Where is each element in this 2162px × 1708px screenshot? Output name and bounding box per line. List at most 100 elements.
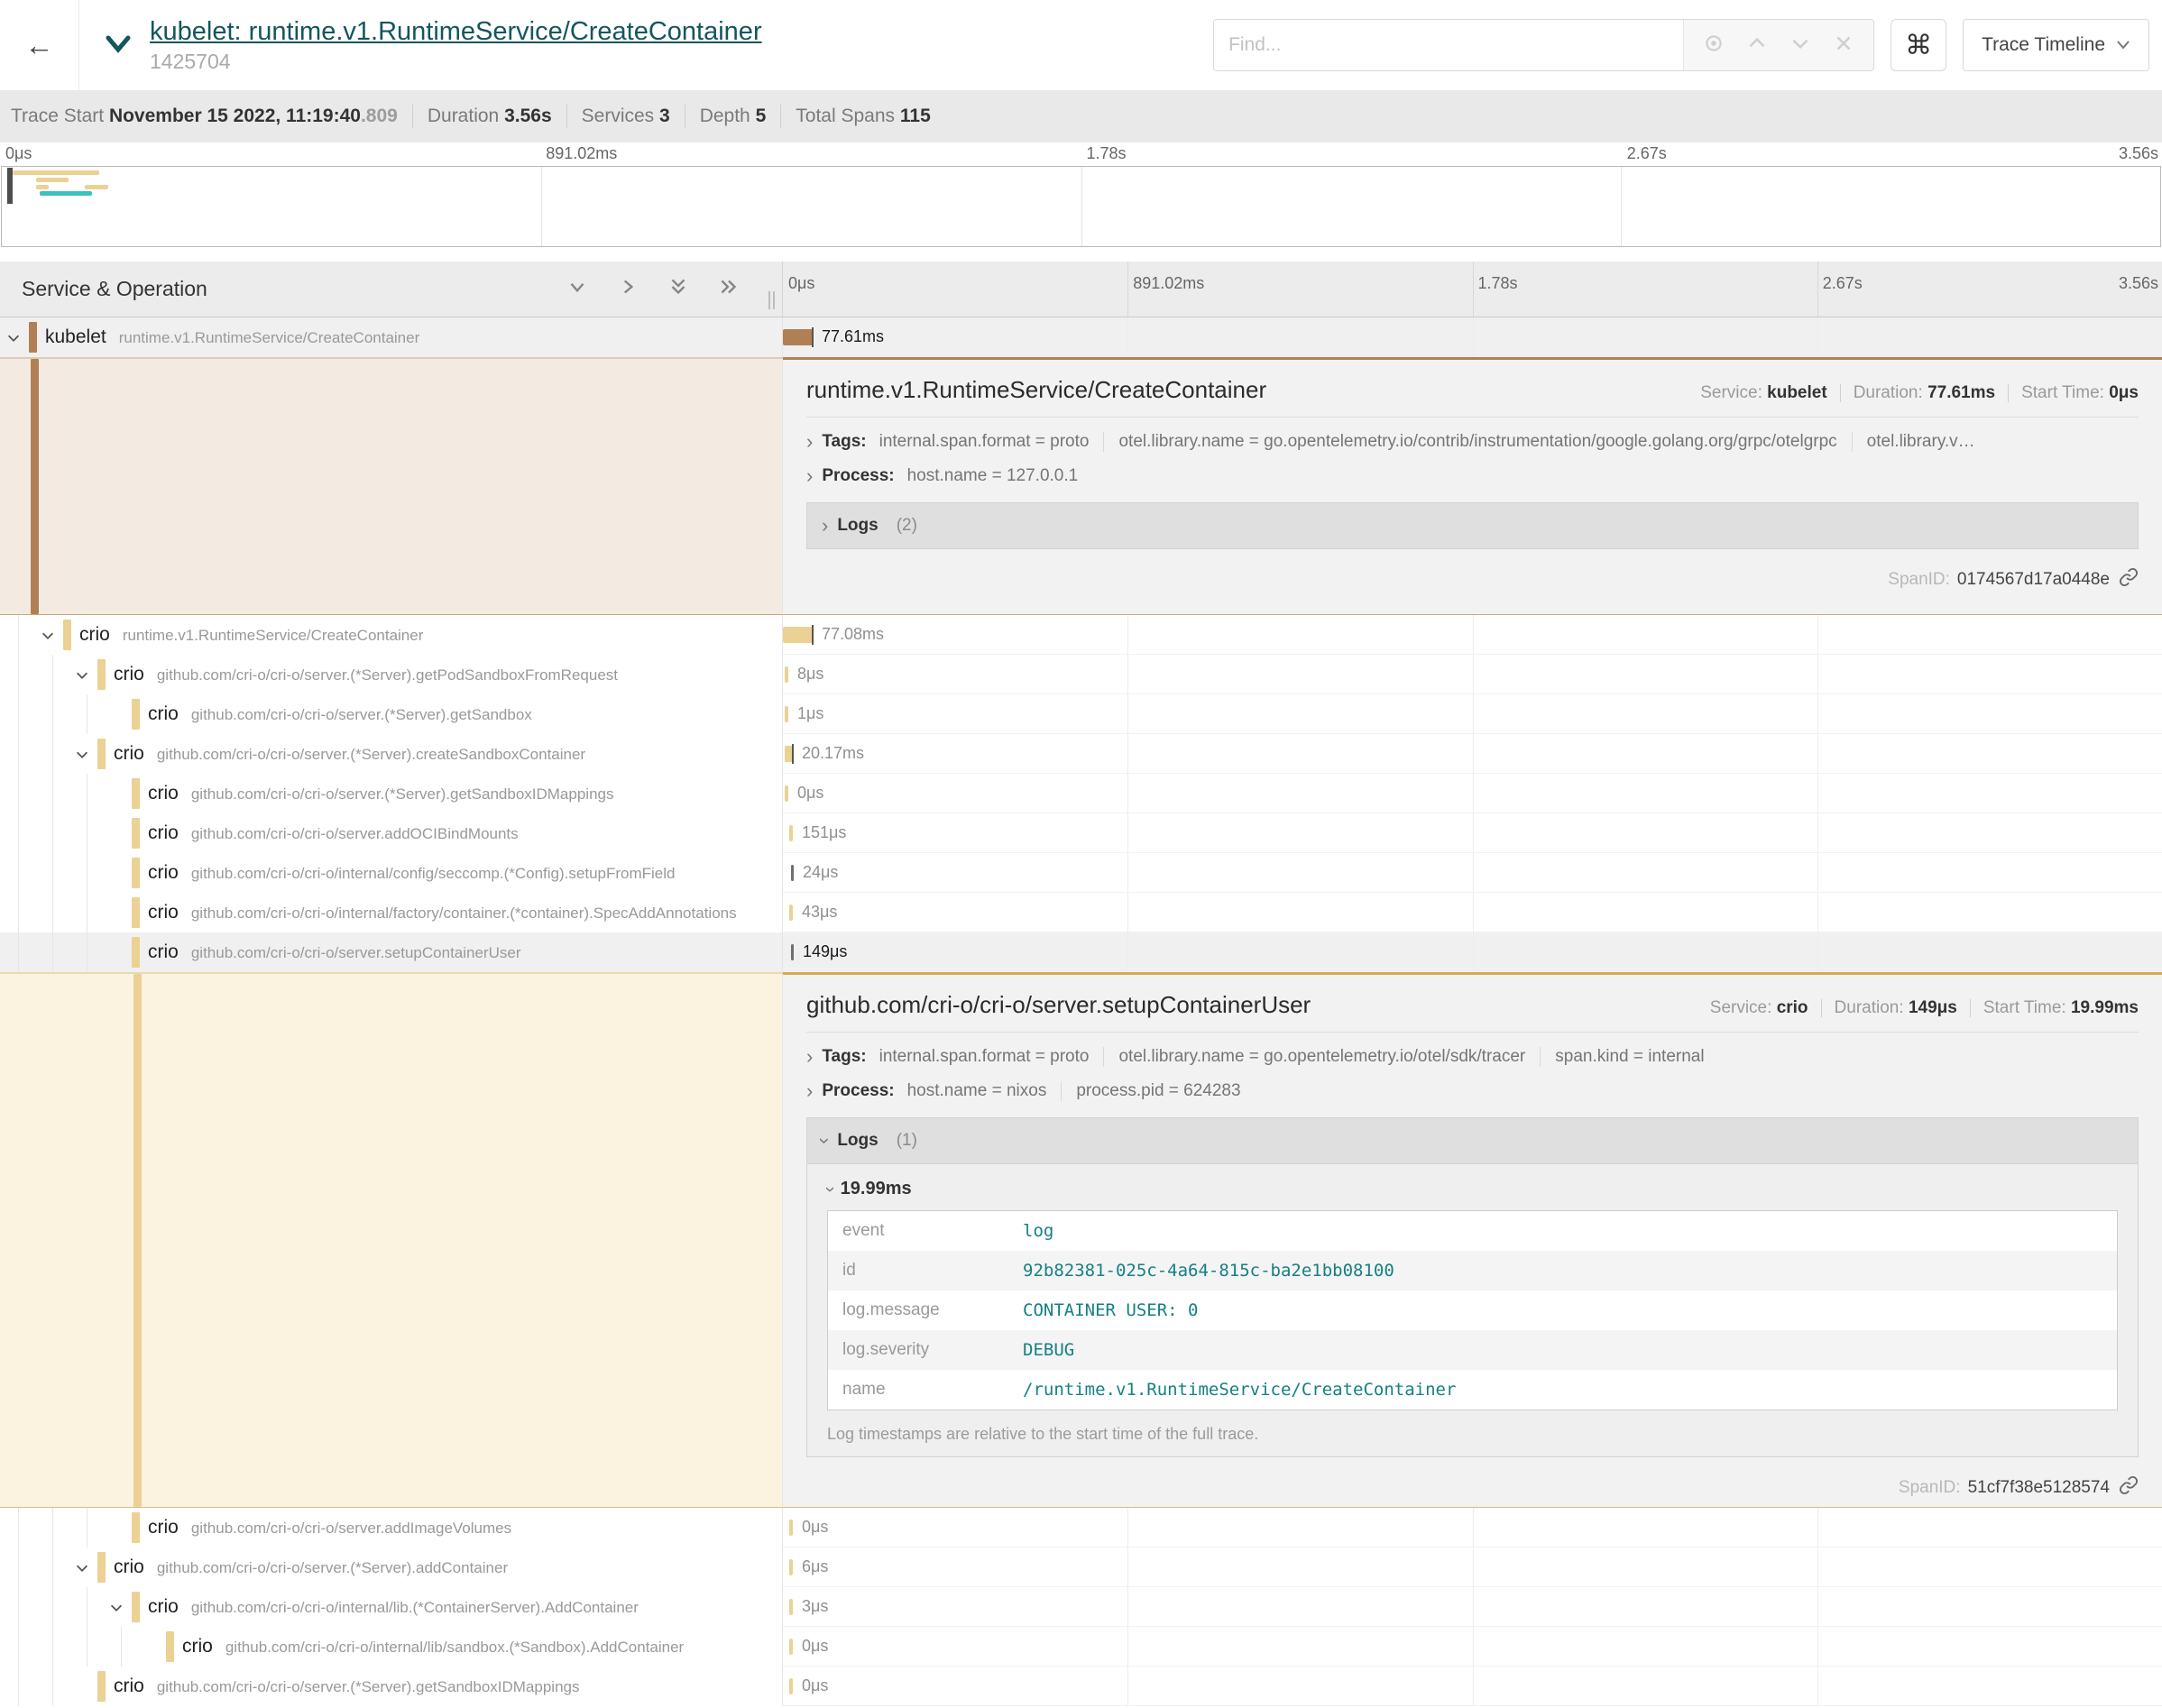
span-timeline-cell[interactable]: 43μs (783, 893, 2162, 932)
duration-bar[interactable] (785, 785, 788, 802)
span-row[interactable]: criogithub.com/cri-o/cri-o/server.(*Serv… (0, 774, 2162, 813)
collapse-one-icon[interactable] (566, 275, 589, 303)
span-color-bar (29, 322, 37, 353)
chevron-down-icon[interactable] (74, 747, 90, 767)
prev-result-icon[interactable] (1745, 32, 1769, 60)
collapse-all-icon[interactable] (667, 275, 690, 303)
span-timeline-cell[interactable]: 149μs (783, 932, 2162, 972)
trace-minimap[interactable] (1, 166, 2161, 247)
keyboard-shortcuts-button[interactable]: ⌘ (1891, 19, 1946, 71)
log-entry-accordion[interactable]: › 19.99ms (827, 1179, 2118, 1199)
tags-accordion[interactable]: › Tags: internal.span.format = protootel… (806, 432, 2139, 452)
span-timeline-cell[interactable]: 151μs (783, 813, 2162, 853)
chevron-down-icon[interactable] (5, 330, 22, 351)
duration-bar[interactable] (789, 1639, 793, 1655)
span-detail-row-crio: github.com/cri-o/cri-o/server.setupConta… (0, 972, 2162, 1508)
span-row[interactable]: criogithub.com/cri-o/cri-o/internal/lib.… (0, 1587, 2162, 1627)
duration-bar[interactable] (789, 1599, 793, 1615)
chevron-down-icon[interactable] (74, 667, 90, 688)
duration-bar[interactable] (783, 627, 813, 643)
column-resize-handle[interactable] (768, 291, 775, 309)
span-timeline-cell[interactable]: 3μs (783, 1587, 2162, 1627)
process-accordion[interactable]: › Process: host.name = nixosprocess.pid … (806, 1081, 2139, 1101)
trace-title-link[interactable]: kubelet: runtime.v1.RuntimeService/Creat… (150, 17, 762, 46)
span-name-cell[interactable]: criogithub.com/cri-o/cri-o/server.(*Serv… (0, 694, 783, 734)
tags-accordion[interactable]: › Tags: internal.span.format = protootel… (806, 1047, 2139, 1067)
logs-accordion[interactable]: › Logs (2) (806, 502, 2139, 549)
span-name-cell[interactable]: crioruntime.v1.RuntimeService/CreateCont… (0, 615, 783, 655)
span-name-cell[interactable]: criogithub.com/cri-o/cri-o/server.(*Serv… (0, 1547, 783, 1587)
link-icon[interactable] (2119, 567, 2139, 592)
span-row[interactable]: criogithub.com/cri-o/cri-o/internal/fact… (0, 893, 2162, 932)
span-row[interactable]: criogithub.com/cri-o/cri-o/server.(*Serv… (0, 1547, 2162, 1587)
span-row[interactable]: kubeletruntime.v1.RuntimeService/CreateC… (0, 317, 2162, 357)
span-timeline-cell[interactable]: 77.61ms (783, 317, 2162, 357)
span-name-cell[interactable]: criogithub.com/cri-o/cri-o/server.(*Serv… (0, 734, 783, 774)
log-timestamps-note: Log timestamps are relative to the start… (827, 1425, 2118, 1444)
trace-collapse-toggle[interactable] (103, 32, 133, 59)
view-selector-button[interactable]: Trace Timeline (1963, 19, 2149, 71)
duration-bar[interactable] (789, 905, 793, 921)
timeline-ruler: 0μs891.02ms1.78s2.67s3.56s (783, 262, 2162, 317)
span-name-cell[interactable]: criogithub.com/cri-o/cri-o/server.(*Serv… (0, 774, 783, 813)
service-name: crio (148, 822, 179, 843)
span-detail-card: runtime.v1.RuntimeService/CreateContaine… (783, 357, 2162, 615)
span-name-cell[interactable]: criogithub.com/cri-o/cri-o/internal/conf… (0, 853, 783, 893)
duration-bar[interactable] (789, 1559, 793, 1575)
back-button[interactable]: ← (0, 0, 79, 90)
span-timeline-cell[interactable]: 1μs (783, 694, 2162, 734)
span-timeline-cell[interactable]: 77.08ms (783, 615, 2162, 655)
expand-all-icon[interactable] (717, 275, 741, 303)
duration-bar[interactable] (791, 865, 794, 881)
span-row[interactable]: criogithub.com/cri-o/cri-o/server.(*Serv… (0, 655, 2162, 694)
span-timeline-cell[interactable]: 0μs (783, 1627, 2162, 1667)
log-field-value: CONTAINER USER: 0 (1008, 1291, 1212, 1329)
span-name-cell[interactable]: criogithub.com/cri-o/cri-o/server.(*Serv… (0, 655, 783, 694)
span-timeline-cell[interactable]: 8μs (783, 655, 2162, 694)
locate-icon[interactable] (1702, 32, 1725, 60)
span-name-cell[interactable]: criogithub.com/cri-o/cri-o/server.(*Serv… (0, 1667, 783, 1706)
link-icon[interactable] (2119, 1475, 2139, 1501)
span-timeline-cell[interactable]: 0μs (783, 1667, 2162, 1706)
duration-bar[interactable] (789, 825, 793, 841)
span-row[interactable]: criogithub.com/cri-o/cri-o/internal/lib/… (0, 1627, 2162, 1667)
span-row[interactable]: criogithub.com/cri-o/cri-o/server.(*Serv… (0, 1667, 2162, 1706)
span-row[interactable]: criogithub.com/cri-o/cri-o/server.addIma… (0, 1508, 2162, 1547)
chevron-down-icon[interactable] (108, 1600, 124, 1621)
duration-bar[interactable] (785, 706, 788, 722)
span-detail-row-kubelet: runtime.v1.RuntimeService/CreateContaine… (0, 357, 2162, 615)
span-name-cell[interactable]: criogithub.com/cri-o/cri-o/server.addIma… (0, 1508, 783, 1547)
span-name-cell[interactable]: criogithub.com/cri-o/cri-o/internal/fact… (0, 893, 783, 932)
span-name-cell[interactable]: kubeletruntime.v1.RuntimeService/CreateC… (0, 317, 783, 357)
span-row[interactable]: criogithub.com/cri-o/cri-o/internal/conf… (0, 853, 2162, 893)
gridline (1473, 932, 1474, 971)
span-timeline-cell[interactable]: 6μs (783, 1547, 2162, 1587)
span-name-cell[interactable]: criogithub.com/cri-o/cri-o/internal/lib.… (0, 1587, 783, 1627)
logs-accordion[interactable]: › Logs (1) (806, 1117, 2139, 1164)
span-row[interactable]: crioruntime.v1.RuntimeService/CreateCont… (0, 615, 2162, 655)
duration-bar[interactable] (789, 1678, 793, 1694)
find-input[interactable] (1214, 20, 1683, 70)
span-timeline-cell[interactable]: 20.17ms (783, 734, 2162, 774)
span-row[interactable]: criogithub.com/cri-o/cri-o/server.(*Serv… (0, 694, 2162, 734)
duration-value: 3.56s (504, 106, 552, 127)
next-result-icon[interactable] (1789, 32, 1812, 60)
span-timeline-cell[interactable]: 0μs (783, 774, 2162, 813)
span-name-cell[interactable]: criogithub.com/cri-o/cri-o/server.addOCI… (0, 813, 783, 853)
chevron-down-icon[interactable] (40, 628, 56, 648)
clear-search-icon[interactable] (1832, 32, 1855, 60)
span-name-cell[interactable]: criogithub.com/cri-o/cri-o/internal/lib/… (0, 1627, 783, 1667)
span-name-cell[interactable]: criogithub.com/cri-o/cri-o/server.setupC… (0, 932, 783, 972)
duration-bar[interactable] (791, 944, 794, 960)
span-timeline-cell[interactable]: 24μs (783, 853, 2162, 893)
span-timeline-cell[interactable]: 0μs (783, 1508, 2162, 1547)
duration-bar[interactable] (789, 1520, 793, 1536)
process-accordion[interactable]: › Process: host.name = 127.0.0.1 (806, 466, 2139, 486)
chevron-down-icon[interactable] (74, 1560, 90, 1581)
duration-bar[interactable] (785, 666, 788, 683)
span-row[interactable]: criogithub.com/cri-o/cri-o/server.addOCI… (0, 813, 2162, 853)
expand-one-icon[interactable] (616, 275, 639, 303)
duration-bar[interactable] (783, 329, 813, 345)
span-row[interactable]: criogithub.com/cri-o/cri-o/server.setupC… (0, 932, 2162, 972)
span-row[interactable]: criogithub.com/cri-o/cri-o/server.(*Serv… (0, 734, 2162, 774)
